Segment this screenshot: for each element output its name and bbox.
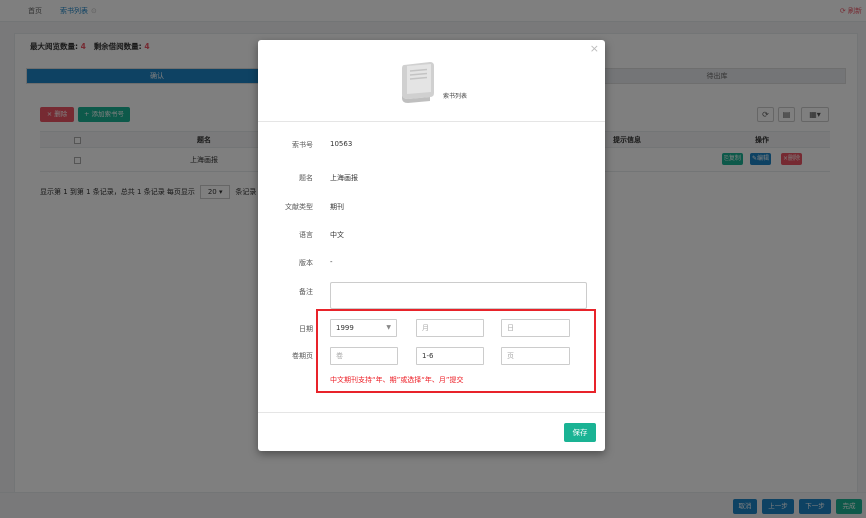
date-label: 日期 — [299, 325, 313, 333]
doctype-label: 文献类型 — [285, 203, 313, 211]
note-textarea[interactable] — [330, 282, 587, 309]
modal-title: 索书列表 — [443, 93, 468, 100]
edition-value: - — [330, 258, 333, 266]
note-label: 备注 — [299, 288, 313, 296]
highlight-box — [316, 309, 596, 393]
callno-value: 10563 — [330, 140, 353, 148]
title-label: 题名 — [299, 174, 313, 182]
doctype-value: 期刊 — [330, 203, 344, 211]
modal-close-icon[interactable]: × — [590, 42, 599, 55]
save-button[interactable]: 保存 — [564, 423, 596, 442]
modal-header: 索书列表 — [258, 40, 605, 122]
book-icon — [402, 62, 434, 103]
modal-footer — [258, 412, 605, 451]
language-value: 中文 — [330, 231, 344, 239]
language-label: 语言 — [299, 231, 313, 239]
callno-modal: 索书列表 × 索书号 10563 题名 上海画报 文献类型 期刊 语言 中文 版… — [258, 40, 605, 451]
volume-label: 卷期页 — [292, 352, 313, 360]
edition-label: 版本 — [299, 259, 313, 267]
callno-label: 索书号 — [292, 141, 313, 149]
title-value: 上海画报 — [330, 174, 358, 182]
